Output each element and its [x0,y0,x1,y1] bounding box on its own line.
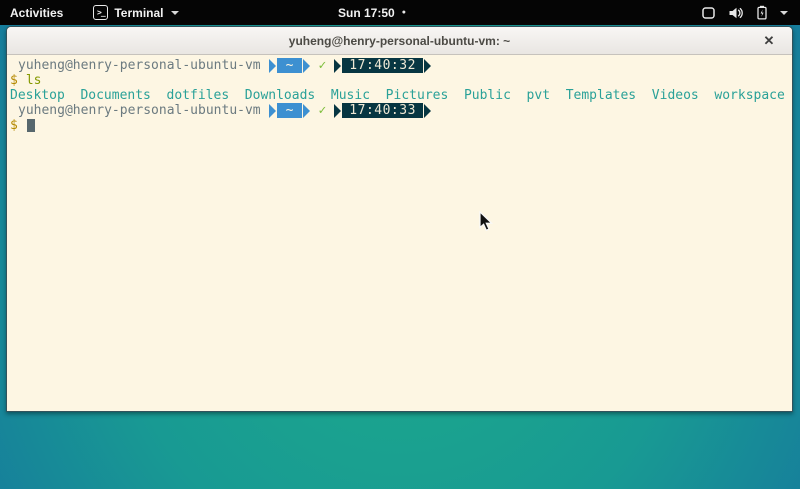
terminal-window: yuheng@henry-personal-ubuntu-vm: ~ ✕ yuh… [6,26,793,412]
clock-menu[interactable]: Sun 17:50 ● [338,0,406,25]
powerline-arrow-icon [334,104,341,118]
prompt-time-segment: 17:40:32 [342,58,423,73]
ls-output-line: Desktop Documents dotfiles Downloads Mus… [10,88,792,103]
window-title: yuheng@henry-personal-ubuntu-vm: ~ [289,34,510,48]
powerline-arrow-icon [424,104,431,118]
screen-icon [701,6,716,20]
prompt-path-segment: ~ [277,58,303,73]
prompt-path-segment: ~ [277,103,303,118]
chevron-down-icon [780,11,788,15]
powerline-arrow-icon [303,59,310,73]
chevron-down-icon [171,11,179,15]
app-menu-terminal[interactable]: >_ Terminal [87,0,185,25]
typed-command: ls [26,73,42,88]
command-line: $ ls [10,73,792,88]
close-button[interactable]: ✕ [758,27,780,55]
powerline-arrow-icon [334,59,341,73]
prompt-time-segment: 17:40:33 [342,103,423,118]
powerline-arrow-icon [303,104,310,118]
status-check-icon: ✓ [318,58,326,73]
system-tray-menu[interactable] [697,0,792,25]
battery-charging-icon [756,5,768,20]
powerline-arrow-icon [269,104,276,118]
prompt-symbol: $ [10,73,18,88]
gnome-top-bar: Activities >_ Terminal Sun 17:50 ● [0,0,800,25]
terminal-app-icon: >_ [93,5,108,20]
prompt-username: yuheng@henry-personal-ubuntu-vm [10,103,261,118]
status-check-icon: ✓ [318,103,326,118]
activities-button[interactable]: Activities [0,0,73,25]
command-line-current: $ [10,118,792,133]
prompt-line: yuheng@henry-personal-ubuntu-vm ~ ✓ 17:4… [10,58,792,73]
notification-dot: ● [402,0,406,25]
powerline-arrow-icon [424,59,431,73]
prompt-line: yuheng@henry-personal-ubuntu-vm ~ ✓ 17:4… [10,103,792,118]
powerline-arrow-icon [269,59,276,73]
prompt-symbol: $ [10,118,18,133]
app-menu-label: Terminal [114,6,163,20]
prompt-username: yuheng@henry-personal-ubuntu-vm [10,58,261,73]
volume-icon [728,6,744,20]
clock-label: Sun 17:50 [338,6,395,20]
terminal-cursor [27,119,35,132]
terminal-screen[interactable]: yuheng@henry-personal-ubuntu-vm ~ ✓ 17:4… [7,55,792,411]
window-titlebar[interactable]: yuheng@henry-personal-ubuntu-vm: ~ ✕ [7,27,792,55]
